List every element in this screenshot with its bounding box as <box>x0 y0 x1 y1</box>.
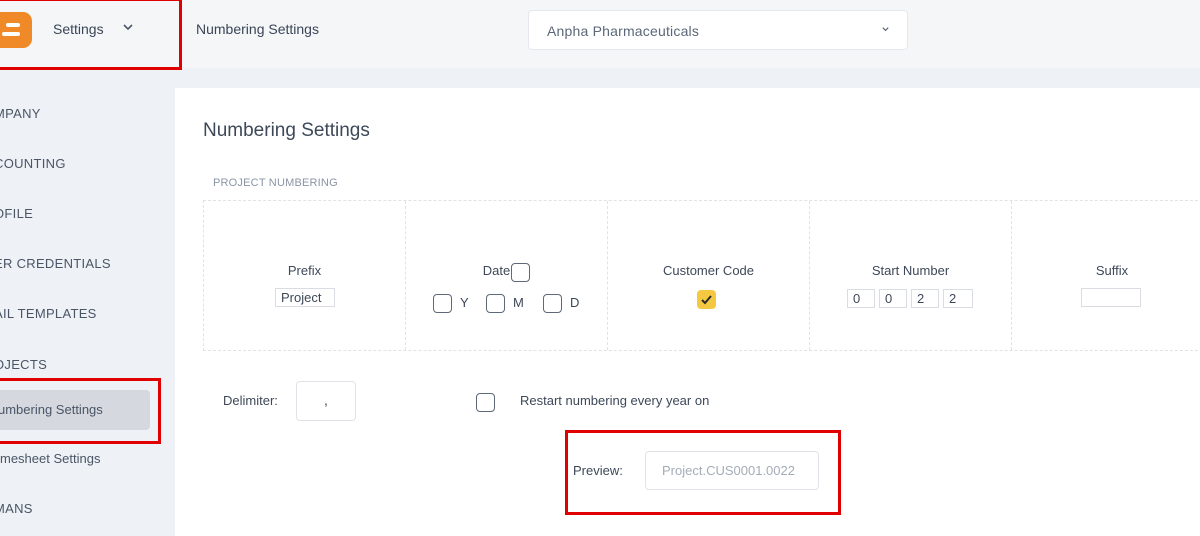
restart-numbering-label: Restart numbering every year on <box>520 393 710 408</box>
date-year-label: Y <box>460 295 469 310</box>
sidebar-item-projects[interactable]: OJECTS <box>0 357 47 372</box>
main-panel: Numbering Settings PROJECT NUMBERING Pre… <box>175 88 1200 536</box>
header-page-title: Numbering Settings <box>196 21 319 37</box>
top-bar: Settings Numbering Settings Anpha Pharma… <box>0 0 1200 68</box>
company-select[interactable]: Anpha Pharmaceuticals <box>528 10 908 50</box>
checkmark-icon <box>701 295 712 305</box>
date-month-label: M <box>513 295 524 310</box>
start-number-digit[interactable]: 0 <box>847 289 875 308</box>
sidebar-item-user-credentials[interactable]: ER CREDENTIALS <box>0 256 111 271</box>
page-title: Numbering Settings <box>203 120 370 141</box>
start-number-digit[interactable]: 2 <box>911 289 939 308</box>
date-day-label: D <box>570 295 580 310</box>
sidebar-item-accounting[interactable]: COUNTING <box>0 156 66 171</box>
suffix-input[interactable] <box>1081 288 1141 307</box>
prefix-label: Prefix <box>287 263 322 278</box>
sidebar-item-email-templates[interactable]: AIL TEMPLATES <box>0 306 97 321</box>
suffix-label: Suffix <box>1095 263 1129 278</box>
start-number-column: Start Number 0 0 2 2 <box>810 201 1012 350</box>
customer-code-checkbox[interactable] <box>697 290 716 309</box>
date-checkbox[interactable] <box>511 263 530 282</box>
suffix-column: Suffix <box>1012 201 1200 350</box>
chevron-down-icon <box>882 27 889 32</box>
start-number-digit[interactable]: 2 <box>943 289 973 308</box>
preview-label: Preview: <box>573 463 623 478</box>
company-select-value: Anpha Pharmaceuticals <box>547 23 700 39</box>
section-label: PROJECT NUMBERING <box>213 177 338 189</box>
date-month-checkbox[interactable] <box>486 294 505 313</box>
app-menu-label[interactable]: Settings <box>53 21 104 37</box>
start-number-digit[interactable]: 0 <box>879 289 907 308</box>
sidebar: MPANY COUNTING OFILE ER CREDENTIALS AIL … <box>0 68 175 536</box>
start-number-label: Start Number <box>871 263 950 278</box>
restart-numbering-checkbox[interactable] <box>476 393 495 412</box>
delimiter-label: Delimiter: <box>223 393 278 408</box>
sidebar-item-company[interactable]: MPANY <box>0 106 41 121</box>
sidebar-item-domains[interactable]: MANS <box>0 501 33 516</box>
prefix-input[interactable]: Project <box>275 288 335 307</box>
prefix-column: Prefix Project <box>204 201 406 350</box>
delimiter-input[interactable]: , <box>296 381 356 421</box>
date-column: Date Y M D <box>406 201 608 350</box>
customer-code-label: Customer Code <box>662 263 755 278</box>
preview-field: Project.CUS0001.0022 <box>645 451 819 490</box>
date-year-checkbox[interactable] <box>433 294 452 313</box>
app-logo-icon <box>0 12 32 48</box>
chevron-down-icon[interactable] <box>123 22 133 32</box>
date-label: Date <box>482 263 511 278</box>
sidebar-item-timesheet-settings[interactable]: mesheet Settings <box>0 451 100 466</box>
date-day-checkbox[interactable] <box>543 294 562 313</box>
app-menu[interactable]: Settings <box>0 0 180 68</box>
sidebar-item-profile[interactable]: OFILE <box>0 206 33 221</box>
customer-code-column: Customer Code <box>608 201 810 350</box>
sidebar-item-numbering-settings[interactable]: umbering Settings <box>0 402 103 417</box>
numbering-grid: Prefix Project Date Y M D Customer Code … <box>203 200 1200 351</box>
